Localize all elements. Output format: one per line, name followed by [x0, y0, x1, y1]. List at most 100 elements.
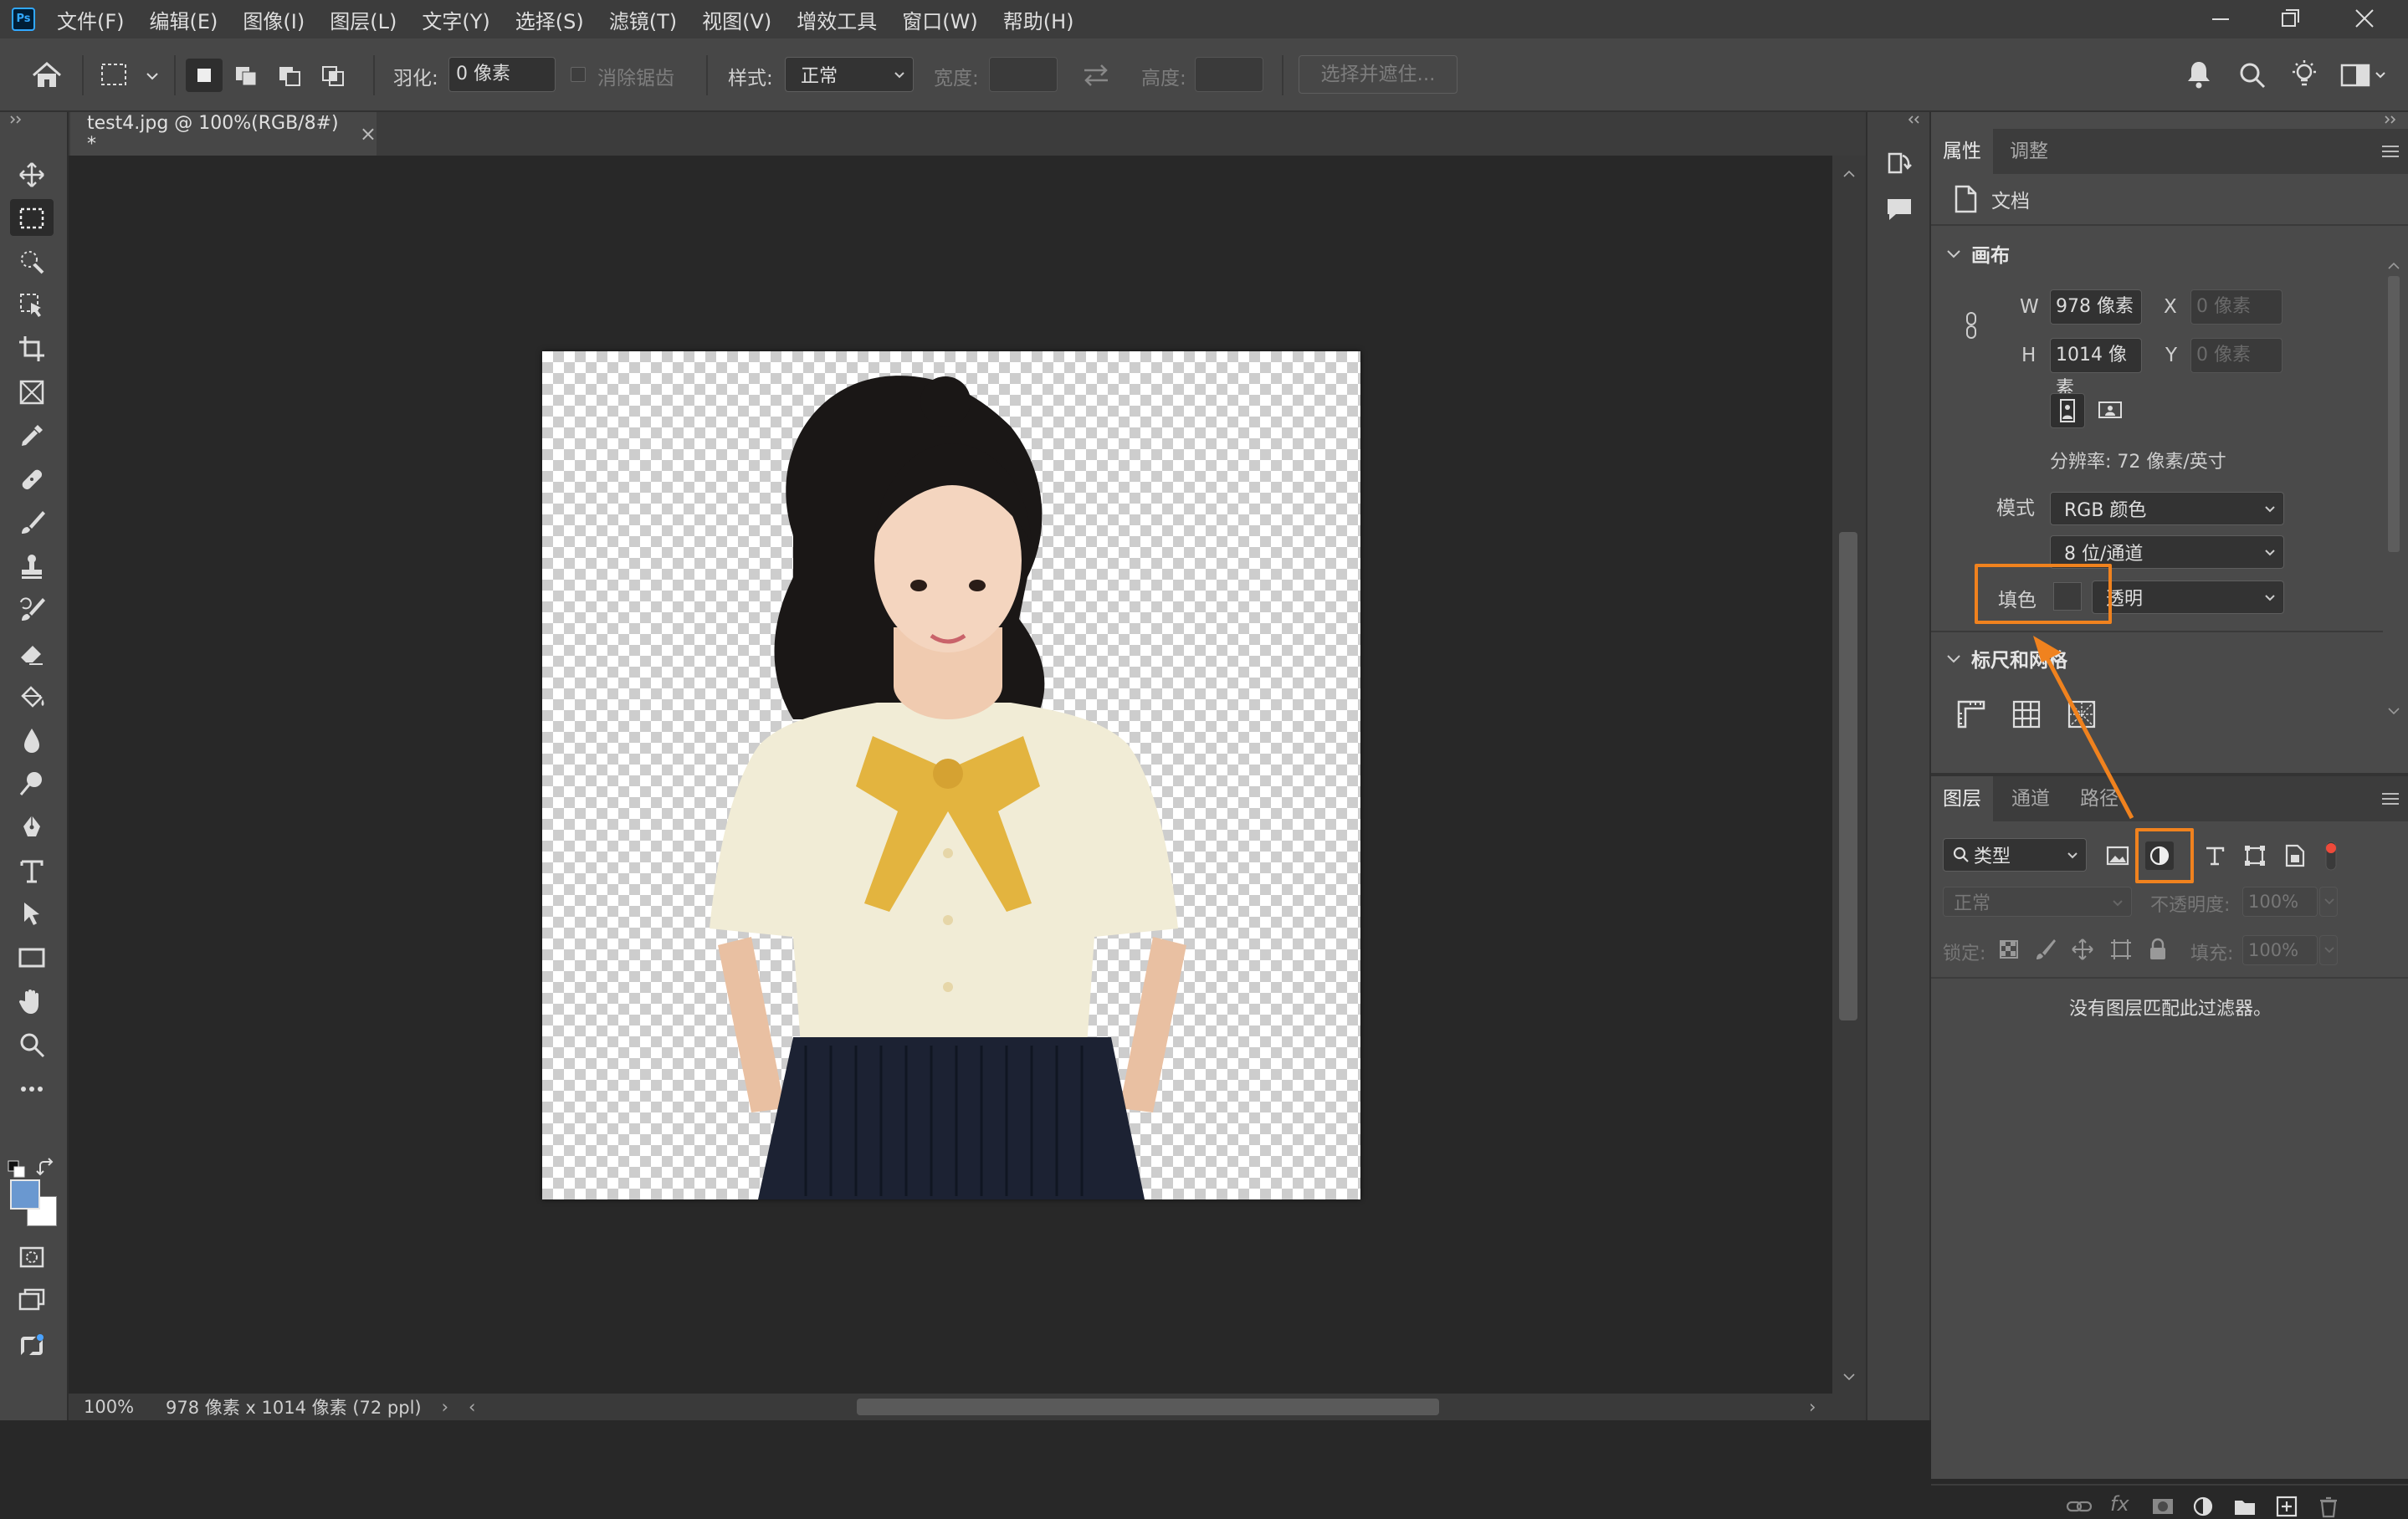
landscape-orientation-icon[interactable]	[2093, 393, 2129, 428]
type-layer-filter-icon[interactable]	[2201, 841, 2229, 870]
swap-colors-icon[interactable]	[35, 1158, 57, 1179]
lock-pixels-icon[interactable]	[2033, 937, 2058, 962]
blur-tool-icon[interactable]	[10, 721, 54, 758]
workspace-icon[interactable]	[2339, 60, 2390, 90]
add-mask-icon[interactable]	[2150, 1494, 2175, 1519]
color-mode-select[interactable]: RGB 颜色	[2050, 492, 2284, 525]
menu-plugins[interactable]: 增效工具	[797, 5, 877, 34]
properties-scrollbar[interactable]	[2385, 259, 2403, 846]
shape-layer-filter-icon[interactable]	[2241, 841, 2269, 870]
lightbulb-icon[interactable]	[2289, 59, 2319, 90]
quick-selection-tool-icon[interactable]	[10, 243, 54, 279]
canvas-width-input[interactable]: 978 像素	[2050, 289, 2142, 325]
eyedropper-tool-icon[interactable]	[10, 417, 54, 453]
tab-layers[interactable]: 图层	[1931, 776, 1993, 821]
subtract-selection-icon[interactable]	[273, 59, 310, 92]
close-tab-icon[interactable]: ×	[360, 122, 377, 146]
add-to-selection-icon[interactable]	[229, 59, 266, 92]
opacity-input[interactable]: 100%	[2242, 887, 2318, 917]
quick-mask-icon[interactable]	[10, 1238, 54, 1275]
opacity-dropdown-icon[interactable]	[2319, 887, 2338, 917]
lock-all-icon[interactable]	[2145, 937, 2170, 962]
canvas-x-input[interactable]: 0 像素	[2190, 289, 2282, 325]
status-menu-arrow-icon[interactable]: ›	[442, 1397, 448, 1417]
collapse-dock-icon[interactable]	[2383, 114, 2400, 125]
menu-edit[interactable]: 编辑(E)	[150, 5, 218, 34]
link-dimensions-icon[interactable]	[1963, 311, 1980, 340]
frame-tool-icon[interactable]	[10, 373, 54, 410]
link-layers-icon[interactable]	[2065, 1494, 2093, 1519]
menu-select[interactable]: 选择(S)	[515, 5, 584, 34]
scroll-down-icon[interactable]	[1842, 1372, 1856, 1382]
collapse-arrows-icon[interactable]	[8, 114, 25, 125]
fill-opacity-input[interactable]: 100%	[2242, 935, 2318, 965]
menu-layer[interactable]: 图层(L)	[330, 5, 397, 34]
vertical-scrollbar[interactable]	[1832, 156, 1866, 1394]
panel-menu-icon[interactable]	[2381, 144, 2400, 159]
lock-artboard-icon[interactable]	[2108, 937, 2134, 962]
new-group-icon[interactable]	[2232, 1494, 2257, 1519]
comments-panel-icon[interactable]	[1884, 194, 1914, 224]
path-selection-tool-icon[interactable]	[10, 895, 54, 932]
menu-type[interactable]: 文字(Y)	[422, 5, 489, 34]
intersect-selection-icon[interactable]	[316, 59, 353, 92]
menu-image[interactable]: 图像(I)	[243, 5, 305, 34]
brush-tool-icon[interactable]	[10, 504, 54, 540]
height-input[interactable]	[1195, 57, 1263, 92]
app-logo-icon[interactable]: Ps	[12, 8, 35, 31]
document-tab[interactable]: test4.jpg @ 100%(RGB/8#) * ×	[70, 112, 377, 156]
layer-style-fx-icon[interactable]: fx	[2110, 1492, 2129, 1516]
portrait-orientation-icon[interactable]	[2050, 393, 2085, 428]
horizontal-scroll-thumb[interactable]	[857, 1399, 1439, 1415]
eraser-tool-icon[interactable]	[10, 634, 54, 671]
object-selection-tool-icon[interactable]	[10, 286, 54, 323]
new-adjustment-layer-icon[interactable]	[2190, 1494, 2216, 1519]
history-panel-icon[interactable]	[1884, 147, 1914, 177]
scroll-up-icon[interactable]	[1842, 169, 1856, 179]
pixel-layer-filter-icon[interactable]	[2103, 841, 2132, 870]
select-and-mask-button[interactable]: 选择并遮住...	[1299, 55, 1458, 94]
canvas-y-input[interactable]: 0 像素	[2190, 338, 2282, 373]
canvas-height-input[interactable]: 1014 像素	[2050, 338, 2142, 399]
style-select[interactable]: 正常	[785, 57, 914, 92]
type-tool-icon[interactable]	[10, 852, 54, 888]
screen-mode-icon[interactable]	[10, 1281, 54, 1318]
properties-scroll-thumb[interactable]	[2388, 276, 2400, 552]
dodge-tool-icon[interactable]	[10, 765, 54, 801]
default-colors-icon[interactable]	[7, 1159, 27, 1179]
move-tool-icon[interactable]	[10, 156, 54, 192]
notifications-icon[interactable]	[2184, 59, 2214, 90]
vertical-scroll-thumb[interactable]	[1839, 532, 1857, 1020]
rectangular-marquee-tool-icon[interactable]	[10, 199, 54, 236]
filter-toggle-icon[interactable]	[2323, 840, 2339, 872]
rectangle-tool-icon[interactable]	[10, 939, 54, 975]
new-layer-icon[interactable]	[2274, 1494, 2299, 1519]
blend-mode-select[interactable]: 正常	[1943, 887, 2132, 917]
delete-layer-icon[interactable]	[2316, 1494, 2341, 1519]
pen-tool-icon[interactable]	[10, 808, 54, 845]
hand-tool-icon[interactable]	[10, 982, 54, 1019]
generative-icon[interactable]	[10, 1327, 54, 1363]
document-info[interactable]: 978 像素 x 1014 像素 (72 ppl)	[166, 1394, 422, 1419]
marquee-preset-icon[interactable]	[99, 60, 166, 90]
healing-brush-tool-icon[interactable]	[10, 460, 54, 497]
menu-window[interactable]: 窗口(W)	[902, 5, 977, 34]
expand-panels-icon[interactable]	[1906, 114, 1923, 125]
ruler-icon[interactable]	[1955, 698, 1988, 731]
paint-bucket-tool-icon[interactable]	[10, 678, 54, 714]
clone-stamp-tool-icon[interactable]	[10, 547, 54, 584]
scroll-right-icon[interactable]: ›	[1809, 1397, 1816, 1417]
properties-scroll-down-icon[interactable]	[2385, 704, 2403, 718]
canvas-document[interactable]	[542, 351, 1360, 1199]
menu-help[interactable]: 帮助(H)	[1003, 5, 1074, 34]
tab-adjustments[interactable]: 调整	[2010, 129, 2048, 174]
canvas-section-header[interactable]: 画布	[1944, 239, 2010, 268]
width-input[interactable]	[989, 57, 1058, 92]
restore-button[interactable]	[2261, 0, 2319, 38]
feather-input[interactable]: 0 像素	[448, 57, 556, 92]
close-window-button[interactable]	[2334, 0, 2393, 38]
tab-properties[interactable]: 属性	[1931, 129, 1993, 174]
smart-object-filter-icon[interactable]	[2281, 841, 2309, 870]
lock-position-icon[interactable]	[2070, 937, 2095, 962]
zoom-tool-icon[interactable]	[10, 1025, 54, 1062]
